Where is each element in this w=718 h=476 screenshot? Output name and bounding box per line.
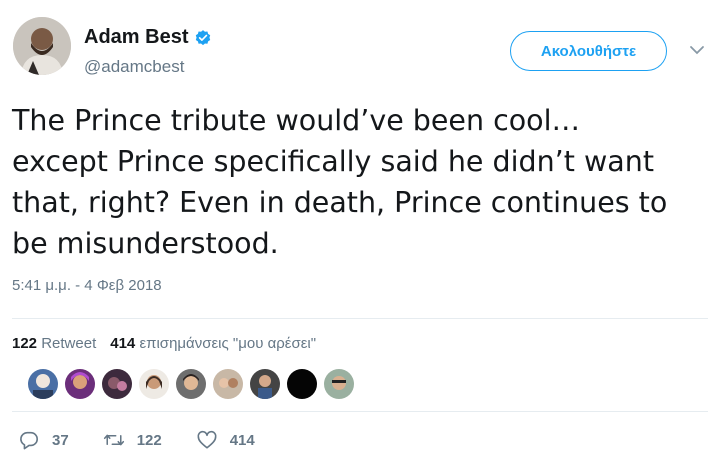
tweet-text: The Prince tribute would’ve been cool… e… xyxy=(12,100,712,264)
tweet-line: that, right? Even in death, Prince conti… xyxy=(12,186,668,219)
follow-button[interactable]: Ακολουθήστε xyxy=(510,31,667,71)
liker-avatar[interactable] xyxy=(139,369,169,399)
divider xyxy=(12,411,708,412)
like-stat-label: επισημάνσεις "μου αρέσει" xyxy=(139,335,317,352)
liker-avatar[interactable] xyxy=(28,369,58,399)
retweet-button[interactable]: 122 xyxy=(103,430,162,450)
liker-avatar[interactable] xyxy=(287,369,317,399)
retweet-stat-label: Retweet xyxy=(41,335,97,352)
tweet-line: except Prince specifically said he didn’… xyxy=(12,145,654,178)
retweet-icon xyxy=(103,434,124,446)
retweet-stat[interactable]: 122 Retweet xyxy=(12,335,96,352)
tweet-line: The Prince tribute would’ve been cool… xyxy=(12,104,581,137)
liker-avatar[interactable] xyxy=(102,369,132,399)
author-handle[interactable]: @adamcbest xyxy=(84,57,184,77)
profile-photo xyxy=(13,17,71,75)
tweet-timestamp[interactable]: 5:41 μ.μ. - 4 Φεβ 2018 xyxy=(12,277,162,294)
engagement-stats: 122 Retweet 414 επισημάνσεις "μου αρέσει… xyxy=(12,335,316,352)
divider xyxy=(12,318,708,319)
author-name-row: Adam Best xyxy=(84,26,212,49)
liker-avatar[interactable] xyxy=(176,369,206,399)
liker-avatar[interactable] xyxy=(324,369,354,399)
reply-icon xyxy=(20,431,38,450)
retweet-count: 122 xyxy=(136,431,162,449)
like-button[interactable]: 414 xyxy=(196,430,255,450)
tweet-line: be misunderstood. xyxy=(12,227,279,260)
liker-photo xyxy=(65,369,95,399)
liker-avatar[interactable] xyxy=(250,369,280,399)
liker-photo xyxy=(213,369,243,399)
like-stat-count: 414 xyxy=(110,335,136,352)
liker-photo xyxy=(250,369,280,399)
liker-avatar[interactable] xyxy=(213,369,243,399)
like-stat[interactable]: 414 επισημάνσεις "μου αρέσει" xyxy=(110,335,316,352)
liker-photo xyxy=(28,369,58,399)
liker-photo xyxy=(176,369,206,399)
liker-avatars xyxy=(28,369,361,399)
tweet-actions: 37 122 414 xyxy=(18,430,289,450)
like-count: 414 xyxy=(229,431,255,449)
liker-avatar[interactable] xyxy=(65,369,95,399)
retweet-stat-count: 122 xyxy=(12,335,38,352)
liker-photo xyxy=(139,369,169,399)
reply-count: 37 xyxy=(52,431,69,449)
verified-badge-icon xyxy=(196,29,211,45)
display-name[interactable]: Adam Best xyxy=(84,26,188,49)
avatar[interactable] xyxy=(13,17,71,75)
liker-photo xyxy=(102,369,132,399)
chevron-down-icon[interactable] xyxy=(689,44,705,56)
liker-photo xyxy=(324,369,354,399)
reply-button[interactable]: 37 xyxy=(18,430,69,450)
heart-icon xyxy=(197,430,217,449)
liker-photo xyxy=(287,369,317,399)
